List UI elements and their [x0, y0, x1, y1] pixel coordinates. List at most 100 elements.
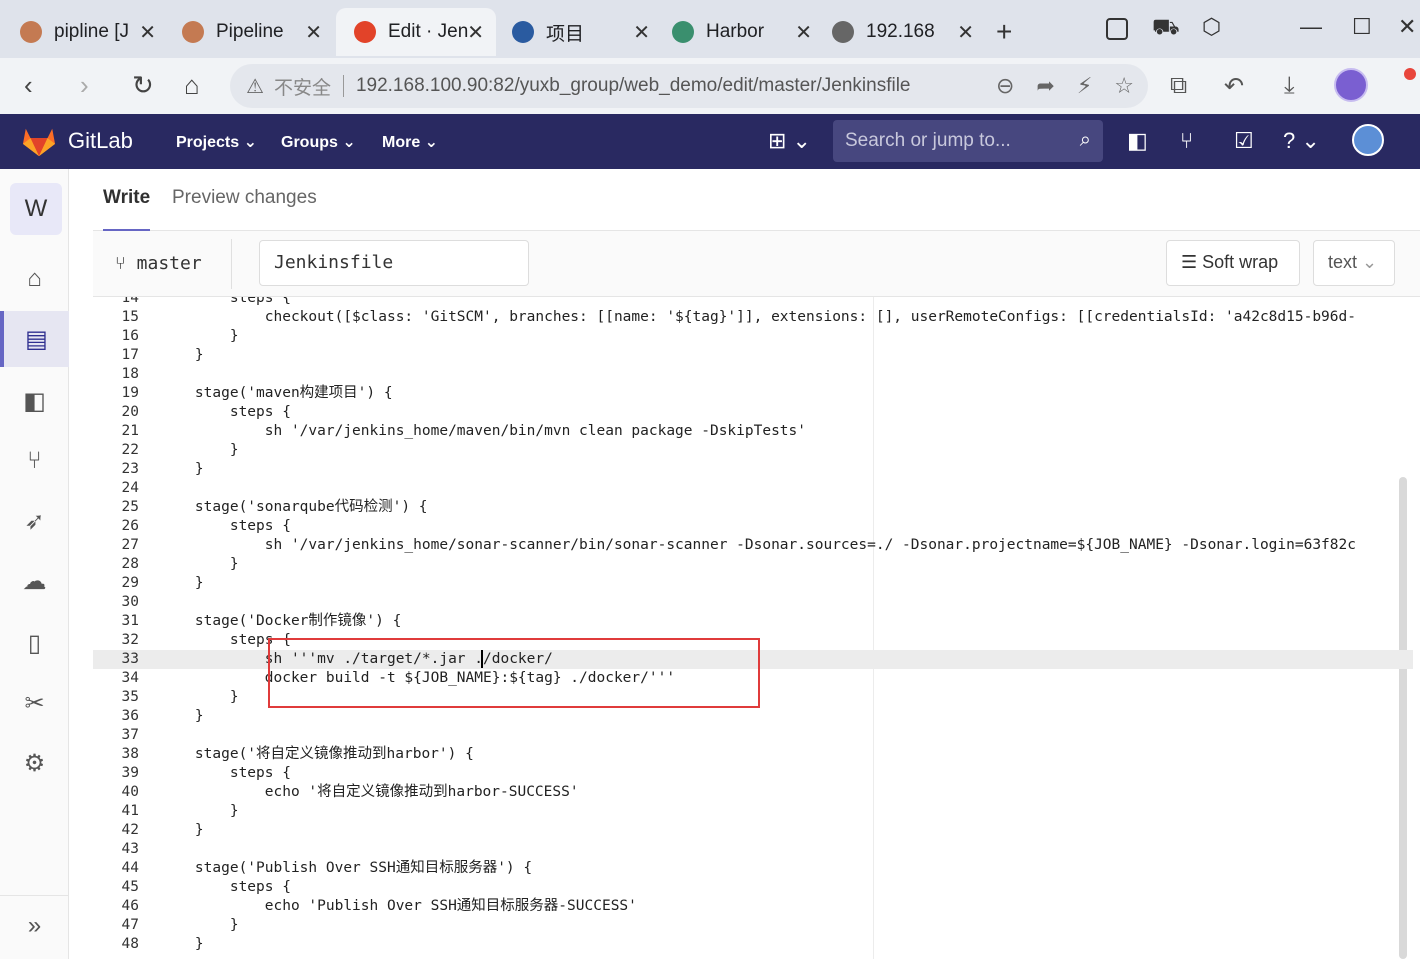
- line-code[interactable]: checkout([$class: 'GitSCM', branches: [[…: [160, 308, 1356, 327]
- new-item-icon[interactable]: ⊞ ⌄: [768, 128, 811, 154]
- code-line[interactable]: 17 }: [93, 346, 1413, 365]
- code-line[interactable]: 14 steps {: [93, 297, 1413, 308]
- code-line[interactable]: 22 }: [93, 441, 1413, 460]
- close-tab-icon[interactable]: ✕: [467, 20, 484, 45]
- close-window-button[interactable]: ✕: [1398, 14, 1416, 40]
- code-line[interactable]: 15 checkout([$class: 'GitSCM', branches:…: [93, 308, 1413, 327]
- download-icon[interactable]: ⤓: [1284, 72, 1295, 100]
- line-code[interactable]: }: [160, 688, 239, 707]
- line-code[interactable]: steps {: [160, 403, 291, 422]
- browser-tab[interactable]: 192.168. ✕: [814, 8, 986, 56]
- code-line[interactable]: 26 steps {: [93, 517, 1413, 536]
- code-line[interactable]: 29 }: [93, 574, 1413, 593]
- wiki-book-icon[interactable]: ▯: [0, 615, 69, 671]
- share-icon[interactable]: ➦: [1036, 73, 1054, 99]
- new-tab-button[interactable]: +: [996, 16, 1012, 48]
- collapse-sidebar-icon[interactable]: »: [0, 895, 69, 955]
- tab-preview[interactable]: Preview changes: [172, 187, 317, 209]
- browser-tab[interactable]: 项目 ✕: [494, 8, 662, 56]
- close-tab-icon[interactable]: ✕: [305, 20, 322, 45]
- browser-tab[interactable]: Pipeline ✕: [164, 8, 334, 56]
- code-line[interactable]: 47 }: [93, 916, 1413, 935]
- code-line[interactable]: 16 }: [93, 327, 1413, 346]
- line-code[interactable]: }: [160, 555, 239, 574]
- merge-requests-icon[interactable]: ⑂: [0, 433, 69, 489]
- code-line[interactable]: 46 echo 'Publish Over SSH通知目标服务器-SUCCESS…: [93, 897, 1413, 916]
- line-code[interactable]: }: [160, 802, 239, 821]
- zoom-icon[interactable]: ⊖: [996, 73, 1014, 99]
- line-code[interactable]: steps {: [160, 764, 291, 783]
- close-tab-icon[interactable]: ✕: [633, 20, 650, 45]
- code-line[interactable]: 30: [93, 593, 1413, 612]
- code-editor[interactable]: 14 steps {15 checkout([$class: 'GitSCM',…: [93, 297, 1413, 959]
- line-code[interactable]: }: [160, 574, 204, 593]
- browser-tab-active[interactable]: Edit · Jen ✕: [336, 8, 496, 56]
- code-line[interactable]: 41 }: [93, 802, 1413, 821]
- code-line[interactable]: 36 }: [93, 707, 1413, 726]
- code-line[interactable]: 23 }: [93, 460, 1413, 479]
- line-code[interactable]: }: [160, 460, 204, 479]
- issues-icon[interactable]: ◧: [1127, 128, 1148, 154]
- project-avatar[interactable]: W: [10, 183, 62, 235]
- settings-gear-icon[interactable]: ⚙: [0, 735, 69, 791]
- file-mode-select[interactable]: text ⌄: [1313, 240, 1395, 286]
- line-code[interactable]: stage('Publish Over SSH通知目标服务器') {: [160, 859, 532, 878]
- issues-icon[interactable]: ◧: [0, 373, 69, 429]
- gitlab-logo-icon[interactable]: [22, 124, 56, 158]
- code-line[interactable]: 39 steps {: [93, 764, 1413, 783]
- close-tab-icon[interactable]: ✕: [139, 20, 156, 45]
- line-code[interactable]: }: [160, 327, 239, 346]
- gitlab-brand[interactable]: GitLab: [68, 128, 133, 154]
- code-line[interactable]: 37: [93, 726, 1413, 745]
- line-code[interactable]: }: [160, 935, 204, 954]
- home-button[interactable]: ⌂: [184, 70, 200, 101]
- deployments-icon[interactable]: ☁: [0, 553, 69, 609]
- line-code[interactable]: steps {: [160, 517, 291, 536]
- tab-write[interactable]: Write: [103, 187, 151, 232]
- line-code[interactable]: stage('maven构建项目') {: [160, 384, 393, 403]
- maximize-button[interactable]: ☐: [1352, 14, 1372, 40]
- user-avatar[interactable]: [1352, 124, 1384, 156]
- search-input[interactable]: Search or jump to... ⌕: [833, 120, 1103, 162]
- line-code[interactable]: echo 'Publish Over SSH通知目标服务器-SUCCESS': [160, 897, 637, 916]
- back-button[interactable]: ‹: [24, 70, 33, 101]
- line-code[interactable]: }: [160, 441, 239, 460]
- url-text[interactable]: 192.168.100.90:82/yuxb_group/web_demo/ed…: [356, 75, 911, 97]
- line-code[interactable]: }: [160, 346, 204, 365]
- code-line[interactable]: 21 sh '/var/jenkins_home/maven/bin/mvn c…: [93, 422, 1413, 441]
- menu-more[interactable]: More ⌄: [382, 132, 438, 152]
- line-code[interactable]: }: [160, 916, 239, 935]
- code-line[interactable]: 25 stage('sonarqube代码检测') {: [93, 498, 1413, 517]
- menu-projects[interactable]: Projects ⌄: [176, 132, 257, 152]
- code-line[interactable]: 45 steps {: [93, 878, 1413, 897]
- minimize-button[interactable]: —: [1300, 14, 1322, 40]
- code-line[interactable]: 24: [93, 479, 1413, 498]
- line-code[interactable]: stage('sonarqube代码检测') {: [160, 498, 428, 517]
- repository-icon[interactable]: ▤: [0, 311, 69, 367]
- close-tab-icon[interactable]: ✕: [957, 20, 974, 45]
- line-code[interactable]: sh '/var/jenkins_home/sonar-scanner/bin/…: [160, 536, 1356, 555]
- help-icon[interactable]: ? ⌄: [1283, 128, 1320, 154]
- ci-cd-rocket-icon[interactable]: ➶: [0, 493, 69, 549]
- code-line[interactable]: 43: [93, 840, 1413, 859]
- code-line[interactable]: 44 stage('Publish Over SSH通知目标服务器') {: [93, 859, 1413, 878]
- filename-input[interactable]: Jenkinsfile: [259, 240, 529, 286]
- address-bar[interactable]: ⚠ 不安全 192.168.100.90:82/yuxb_group/web_d…: [230, 64, 1148, 108]
- line-code[interactable]: echo '将自定义镜像推动到harbor-SUCCESS': [160, 783, 579, 802]
- code-line[interactable]: 40 echo '将自定义镜像推动到harbor-SUCCESS': [93, 783, 1413, 802]
- code-line[interactable]: 18: [93, 365, 1413, 384]
- snippets-scissors-icon[interactable]: ✂: [0, 675, 69, 731]
- code-line[interactable]: 38 stage('将自定义镜像推动到harbor') {: [93, 745, 1413, 764]
- code-line[interactable]: 31 stage('Docker制作镜像') {: [93, 612, 1413, 631]
- extension-puzzle-icon[interactable]: ⧉: [1170, 72, 1187, 100]
- line-code[interactable]: stage('将自定义镜像推动到harbor') {: [160, 745, 474, 764]
- menu-groups[interactable]: Groups ⌄: [281, 132, 356, 152]
- extensions-icon[interactable]: ⬡: [1202, 14, 1221, 40]
- line-code[interactable]: sh '/var/jenkins_home/maven/bin/mvn clea…: [160, 422, 806, 441]
- line-code[interactable]: }: [160, 707, 204, 726]
- code-line[interactable]: 48 }: [93, 935, 1413, 954]
- code-line[interactable]: 28 }: [93, 555, 1413, 574]
- merge-requests-icon[interactable]: ⑂: [1180, 128, 1193, 154]
- browser-tab[interactable]: Harbor ✕: [654, 8, 824, 56]
- undo-icon[interactable]: ↶: [1224, 72, 1244, 101]
